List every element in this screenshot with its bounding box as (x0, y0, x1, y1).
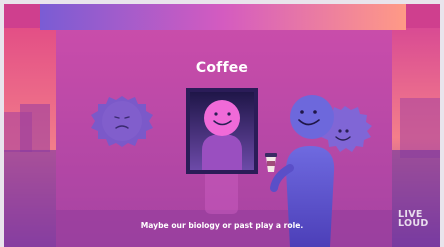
video-frame: Coffee Maybe our biology or past play a … (0, 0, 444, 247)
scene-title: Coffee (195, 60, 249, 76)
brand-line-2: LOUD (398, 218, 429, 229)
subtitle-caption: Maybe our biology or past play a role. (140, 221, 304, 230)
illustration (0, 0, 444, 247)
brand-logo: LIVE LOUD (398, 210, 438, 229)
